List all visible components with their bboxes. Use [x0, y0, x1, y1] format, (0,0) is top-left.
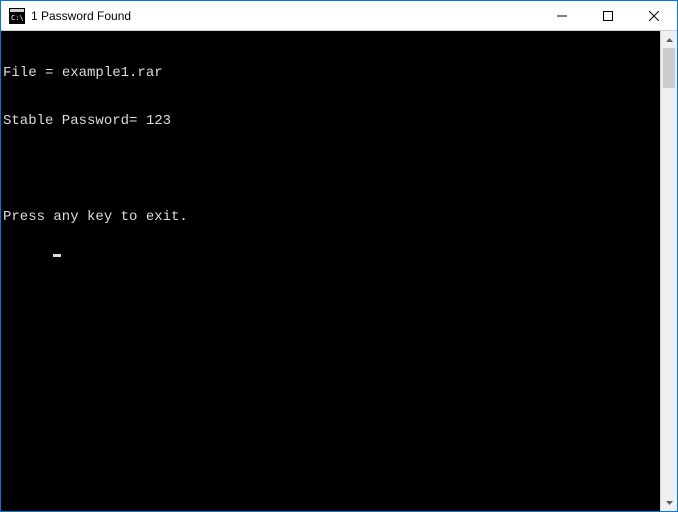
svg-text:C:\: C:\ — [11, 14, 24, 22]
minimize-icon — [557, 11, 567, 21]
scrollbar-thumb[interactable] — [663, 48, 675, 88]
minimize-button[interactable] — [539, 1, 585, 30]
cmd-icon: C:\ — [9, 8, 25, 24]
chevron-up-icon — [666, 38, 673, 42]
content-area: File = example1.rar Stable Password= 123… — [1, 31, 677, 511]
file-label: File = — [3, 65, 62, 81]
window-controls — [539, 1, 677, 30]
close-button[interactable] — [631, 1, 677, 30]
titlebar[interactable]: C:\ 1 Password Found — [1, 1, 677, 31]
chevron-down-icon — [666, 501, 673, 505]
console-output[interactable]: File = example1.rar Stable Password= 123… — [1, 31, 660, 511]
maximize-button[interactable] — [585, 1, 631, 30]
scrollbar-up-button[interactable] — [661, 31, 677, 48]
console-line: File = example1.rar — [3, 65, 660, 81]
password-value: 123 — [146, 113, 171, 129]
close-icon — [649, 11, 659, 21]
console-blank-line — [3, 161, 660, 177]
password-label: Stable Password= — [3, 113, 146, 129]
exit-prompt: Press any key to exit. — [3, 209, 660, 225]
scrollbar-track[interactable] — [661, 48, 677, 494]
scrollbar-down-button[interactable] — [661, 494, 677, 511]
window-title: 1 Password Found — [31, 9, 539, 23]
console-window: C:\ 1 Password Found — [0, 0, 678, 512]
file-name: example1.rar — [62, 65, 163, 81]
maximize-icon — [603, 11, 613, 21]
console-line: Stable Password= 123 — [3, 113, 660, 129]
vertical-scrollbar[interactable] — [660, 31, 677, 511]
text-cursor — [53, 254, 61, 257]
